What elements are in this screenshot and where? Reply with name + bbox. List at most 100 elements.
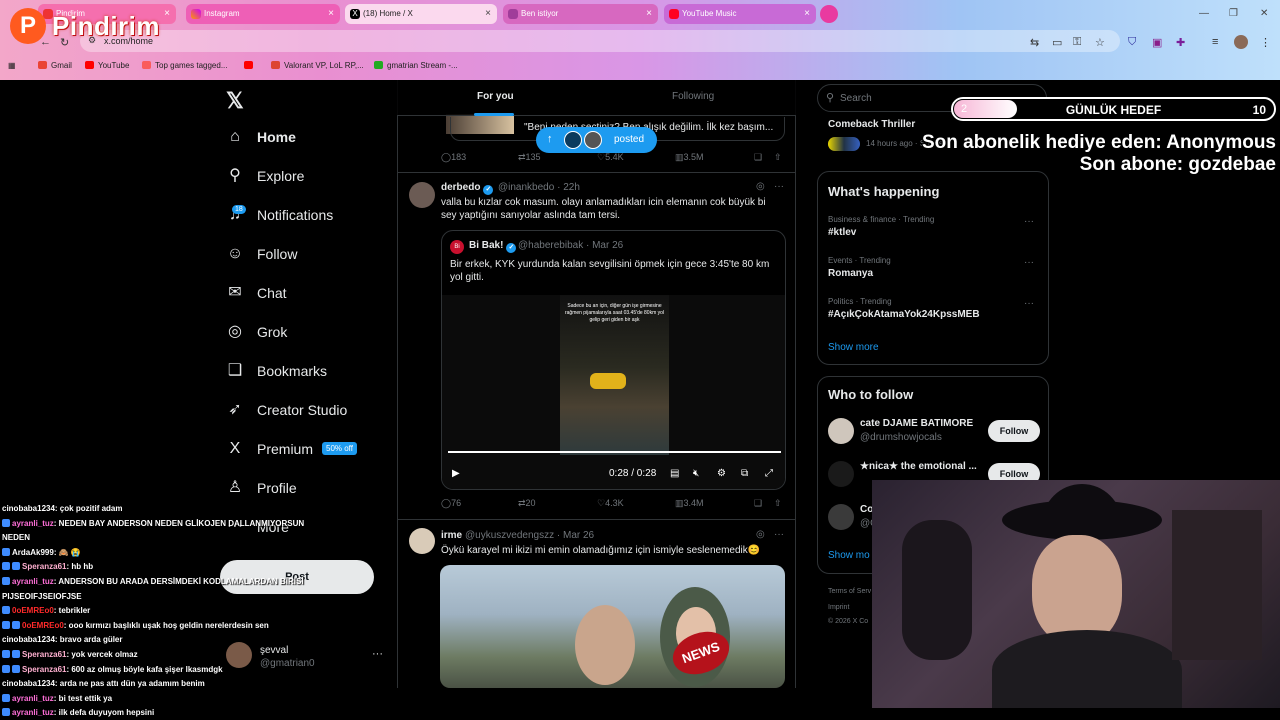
avatar[interactable] [409,528,435,554]
show-more-link[interactable]: Show more [828,342,879,353]
avatar [226,642,252,668]
bookmark-label: YouTube [98,61,130,70]
follow-button[interactable]: Follow [988,420,1040,442]
shield-icon[interactable]: ⛉ [1128,36,1136,49]
tab-following[interactable]: Following [672,91,714,102]
extension-icon[interactable]: ▣ [1152,36,1162,49]
sidebar-item-notifications[interactable]: ♫ Notifications [226,202,396,232]
address-bar[interactable]: ⚙ x.com/home [80,30,1120,52]
trend-item[interactable]: #ktlev [828,227,856,238]
more-icon[interactable]: ··· [372,648,383,660]
share-icon[interactable]: ⇧ [774,498,782,509]
more-icon[interactable]: ··· [1024,216,1034,227]
repost-button[interactable]: ⇄ 20 [518,498,536,509]
tweet-photo[interactable]: NEWS [440,565,785,688]
avatar[interactable] [828,504,854,530]
close-icon[interactable]: × [646,8,652,19]
account-switcher[interactable]: şevval @gmatrian0 ··· [226,642,396,676]
x-logo-icon: X [229,440,241,457]
sports-event-title[interactable]: Comeback Thriller [828,119,915,130]
bookmark-youtube[interactable]: YouTube [85,61,129,70]
sidebar-item-premium[interactable]: X Premium [226,436,396,466]
puzzle-icon[interactable]: ✚ [1176,36,1185,49]
views-button[interactable]: ▥ 3.4M [675,498,704,509]
cast-icon[interactable]: ▭ [1052,36,1062,49]
more-icon[interactable]: ··· [1024,298,1034,309]
captions-icon[interactable]: ▤ [670,468,679,479]
sidebar-item-grok[interactable]: ◎ Grok [226,319,396,349]
tab-x-home[interactable]: X (18) Home / X × [345,4,497,24]
avatar[interactable] [828,418,854,444]
sidebar-item-explore[interactable]: ⚲ Explore [226,163,396,193]
sidebar-item-profile[interactable]: ♙ Profile [226,475,396,505]
fullscreen-icon[interactable]: ⤢ [765,468,773,479]
reply-button[interactable]: ◯ 183 [441,152,466,163]
tab-youtube-music[interactable]: YouTube Music × [664,4,816,24]
sidebar-item-creator-studio[interactable]: ➶ Creator Studio [226,397,396,427]
key-icon[interactable]: ⚿ [1073,36,1081,49]
share-icon[interactable]: ⇧ [774,152,782,163]
trend-item[interactable]: #AçıkÇokAtamaYok24KpssMEB [828,309,980,320]
tweet-author[interactable]: derbedo ✓ [441,182,494,195]
tab-instagram[interactable]: Instagram × [186,4,340,24]
translate-icon[interactable]: ⇆ [1030,36,1039,49]
video-player[interactable]: Sadece bu an için, diğer gün işe girmesi… [442,295,785,489]
more-icon[interactable]: ··· [774,529,784,540]
maximize-icon[interactable]: ❐ [1229,8,1238,19]
grok-icon[interactable]: ◎ [756,529,765,540]
sidebar-item-follow[interactable]: ☺ Follow [226,241,396,271]
bookmark-youtube-2[interactable] [244,61,257,70]
chat-text: : ANDERSON BU ARADA DERSİMDEKİ KODLAMALA… [53,577,304,586]
like-button[interactable]: ♡ 5.4K [597,152,624,163]
tab-ben-istiyor[interactable]: Ben istiyor × [503,4,658,24]
more-icon[interactable]: ··· [1024,257,1034,268]
bookmark-gmail[interactable]: Gmail [38,61,72,70]
pip-icon[interactable]: ⧉ [741,468,748,479]
more-icon[interactable]: ··· [774,181,784,192]
bookmark-top-games[interactable]: Top games tagged... [142,61,228,70]
close-window-icon[interactable]: ✕ [1260,8,1268,19]
bookmark-gmatrian[interactable]: gmatrian Stream -... [374,61,458,70]
quoted-tweet-card[interactable]: Bi Bi Bak! ✓ @haberebibak · Mar 26 Bir er… [441,230,786,490]
kebab-menu-icon[interactable]: ⋮ [1260,36,1271,49]
play-icon[interactable]: ▶ [452,468,460,479]
tab-for-you[interactable]: For you [477,91,514,102]
avatar[interactable] [409,182,435,208]
bookmark-icon[interactable]: ❑ [754,152,762,163]
trend-item[interactable]: Romanya [828,268,873,279]
apps-icon[interactable]: ▦ [8,61,16,70]
profile-avatar[interactable] [1234,35,1248,49]
close-icon[interactable]: × [804,8,810,19]
like-button[interactable]: ♡ 4.3K [597,498,624,509]
suggested-user-name[interactable]: cate DJAME BATIMORE [860,418,973,429]
bookmark-icon[interactable]: ❑ [754,498,762,509]
suggested-user-name[interactable]: ★nica★ the emotional ... [860,461,977,472]
footer-link[interactable]: Imprint [828,604,849,611]
x-logo-icon[interactable]: 𝕏 [226,88,244,114]
video-progress-bar[interactable] [448,451,781,453]
close-icon[interactable]: × [328,8,334,19]
minimize-icon[interactable]: — [1199,8,1209,19]
views-button[interactable]: ▥ 3.5M [675,152,704,163]
tweet-author[interactable]: irme [441,530,462,541]
bookmark-valorant[interactable]: Valorant VP, LoL RP,... [271,61,364,70]
settings-icon[interactable]: ⚙ [717,468,726,479]
show-more-link[interactable]: Show mo [828,550,870,561]
sidebar-item-home[interactable]: ⌂ Home [226,124,396,154]
grok-icon[interactable]: ◎ [756,181,765,192]
sidebar-item-chat[interactable]: ✉ Chat [226,280,396,310]
sidebar-item-bookmarks[interactable]: ❑ Bookmarks [226,358,396,388]
chat-text: : ilk defa duyuyom hepsini [53,708,155,718]
pindirim-p-icon: P [10,8,46,44]
avatar[interactable] [828,461,854,487]
star-icon[interactable]: ☆ [1095,36,1105,49]
new-posts-pill[interactable]: ↑ posted [536,127,657,153]
reply-button[interactable]: ◯ 76 [441,498,461,509]
mute-icon[interactable]: 🔇︎ [693,468,699,479]
sidebar-item-label: Premium [257,441,314,457]
new-tab-button[interactable] [820,5,838,23]
menu-list-icon[interactable]: ≡ [1212,36,1218,48]
repost-button[interactable]: ⇄ 135 [518,152,541,163]
footer-link[interactable]: Terms of Serv [828,588,871,595]
close-icon[interactable]: × [485,8,491,19]
